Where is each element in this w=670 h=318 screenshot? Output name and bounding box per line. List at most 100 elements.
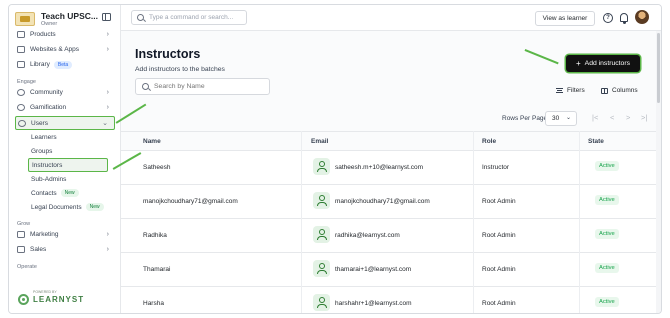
brand-name: Teach UPSC... xyxy=(41,11,98,21)
box-icon xyxy=(17,31,25,38)
column-header-role[interactable]: Role xyxy=(482,138,496,145)
avatar[interactable] xyxy=(635,10,649,24)
cell-role: Root Admin xyxy=(482,232,516,239)
cell-name: manojkchoudhary71@gmail.com xyxy=(143,198,238,205)
topbar: Type a command or search... View as lear… xyxy=(121,5,661,31)
command-placeholder: Type a command or search... xyxy=(149,14,234,21)
rows-per-page-select[interactable]: 30 ⌄ xyxy=(545,111,577,126)
megaphone-icon xyxy=(17,231,25,238)
book-icon xyxy=(17,61,25,68)
first-page-button[interactable]: |< xyxy=(592,113,598,122)
sidebar-item-community[interactable]: Community › xyxy=(9,85,121,100)
cell-role: Root Admin xyxy=(482,266,516,273)
bell-icon[interactable] xyxy=(620,13,628,24)
sidebar-item-label: Users xyxy=(31,119,48,127)
cell-email: radhika@learnyst.com xyxy=(335,232,400,239)
cell-name: Radhika xyxy=(143,232,167,239)
last-page-button[interactable]: >| xyxy=(641,113,647,122)
cell-name: Harsha xyxy=(143,300,164,307)
cell-role: Root Admin xyxy=(482,300,516,307)
command-search[interactable]: Type a command or search... xyxy=(131,10,247,25)
sidebar-subitem-sub-admins[interactable]: Sub-Admins xyxy=(9,172,121,186)
view-as-learner-button[interactable]: View as learner xyxy=(535,11,595,26)
sidebar-item-label: Websites & Apps xyxy=(30,46,80,53)
sidebar-item-label: Gamification xyxy=(30,104,67,111)
columns-button[interactable]: Columns xyxy=(601,87,638,94)
sidebar-item-users[interactable]: Users ⌄ xyxy=(15,116,115,130)
help-icon[interactable]: ? xyxy=(603,13,613,23)
table-row[interactable]: Thamarai thamarai+1@learnyst.com Root Ad… xyxy=(121,253,658,287)
filters-label: Filters xyxy=(567,87,585,94)
scrollbar-thumb[interactable] xyxy=(657,33,660,103)
table-row[interactable]: Satheesh satheesh.m+10@learnyst.com Inst… xyxy=(121,151,658,185)
column-divider xyxy=(301,131,302,313)
status-badge: Active xyxy=(595,161,619,171)
instructors-table: Name Email Role State Satheesh satheesh.… xyxy=(121,131,658,313)
search-by-name-field[interactable] xyxy=(135,78,270,95)
table-row[interactable]: Radhika radhika@learnyst.com Root Admin … xyxy=(121,219,658,253)
main-content: Instructors Add instructors to the batch… xyxy=(121,31,658,313)
search-icon xyxy=(137,14,144,21)
cell-email: satheesh.m+10@learnyst.com xyxy=(335,164,424,171)
status-badge: Active xyxy=(595,263,619,273)
table-row[interactable]: Harsha harshahr+1@learnyst.com Root Admi… xyxy=(121,287,658,313)
sidebar-collapse-icon[interactable] xyxy=(102,13,111,21)
sidebar-item-products[interactable]: Products › xyxy=(9,27,121,42)
section-label-engage: Engage xyxy=(17,79,36,85)
sidebar-item-websites-apps[interactable]: Websites & Apps › xyxy=(9,42,121,57)
columns-label: Columns xyxy=(612,87,638,94)
sidebar-item-label: Legal Documents xyxy=(31,203,82,211)
sidebar-subitem-legal-documents[interactable]: Legal Documents New xyxy=(9,200,121,214)
learnyst-logo: POWERED BY LEARNYST xyxy=(18,290,84,305)
column-header-name[interactable]: Name xyxy=(143,138,161,145)
search-input[interactable] xyxy=(154,83,264,90)
sidebar-subitem-contacts[interactable]: Contacts New xyxy=(9,186,121,200)
status-badge: Active xyxy=(595,229,619,239)
new-badge: New xyxy=(60,189,79,197)
sidebar-nav: Products › Websites & Apps › Library Bet… xyxy=(9,27,121,270)
sidebar-item-label: Library xyxy=(30,61,50,68)
sidebar-item-library[interactable]: Library Beta xyxy=(9,57,121,72)
columns-icon xyxy=(601,87,608,94)
status-badge: Active xyxy=(595,195,619,205)
user-icon xyxy=(313,226,330,243)
filter-icon xyxy=(556,88,563,93)
sidebar-subitem-instructors[interactable]: Instructors xyxy=(28,158,108,172)
scrollbar[interactable] xyxy=(656,31,661,313)
new-badge: New xyxy=(85,203,104,211)
cell-name: Satheesh xyxy=(143,164,171,171)
sidebar-item-sales[interactable]: Sales › xyxy=(9,242,121,257)
learnyst-mark-icon xyxy=(18,294,29,305)
next-page-button[interactable]: > xyxy=(626,113,630,122)
add-instructors-button[interactable]: + Add instructors xyxy=(566,55,640,72)
powered-by-label: POWERED BY xyxy=(33,290,57,294)
sidebar-item-gamification[interactable]: Gamification › xyxy=(9,100,121,115)
sidebar-item-label: Marketing xyxy=(30,231,59,238)
table-row[interactable]: manojkchoudhary71@gmail.com manojkchoudh… xyxy=(121,185,658,219)
cell-role: Instructor xyxy=(482,164,510,171)
filters-button[interactable]: Filters xyxy=(556,87,585,94)
cell-name: Thamarai xyxy=(143,266,171,273)
column-divider xyxy=(579,131,580,313)
user-icon xyxy=(313,260,330,277)
cell-email: manojkchoudhary71@gmail.com xyxy=(335,198,430,205)
sales-icon xyxy=(17,246,25,253)
sidebar: Teach UPSC... Owner Products › Websites … xyxy=(9,5,121,313)
app-window: Teach UPSC... Owner Products › Websites … xyxy=(8,4,662,314)
sidebar-item-label: Sales xyxy=(30,246,47,253)
section-label-grow: Grow xyxy=(17,221,31,227)
section-label-operate: Operate xyxy=(17,264,37,270)
chevron-right-icon: › xyxy=(106,231,109,238)
beta-badge: Beta xyxy=(53,60,73,69)
column-header-email[interactable]: Email xyxy=(311,138,328,145)
prev-page-button[interactable]: < xyxy=(610,113,614,122)
sidebar-item-marketing[interactable]: Marketing › xyxy=(9,227,121,242)
cell-role: Root Admin xyxy=(482,198,516,205)
column-header-state[interactable]: State xyxy=(588,138,604,145)
sidebar-subitem-groups[interactable]: Groups xyxy=(9,144,121,158)
brand-logo xyxy=(15,12,35,26)
sidebar-subitem-learners[interactable]: Learners xyxy=(9,130,121,144)
chevron-down-icon: ⌄ xyxy=(102,120,108,127)
chevron-right-icon: › xyxy=(106,104,109,111)
chevron-right-icon: › xyxy=(106,31,109,38)
